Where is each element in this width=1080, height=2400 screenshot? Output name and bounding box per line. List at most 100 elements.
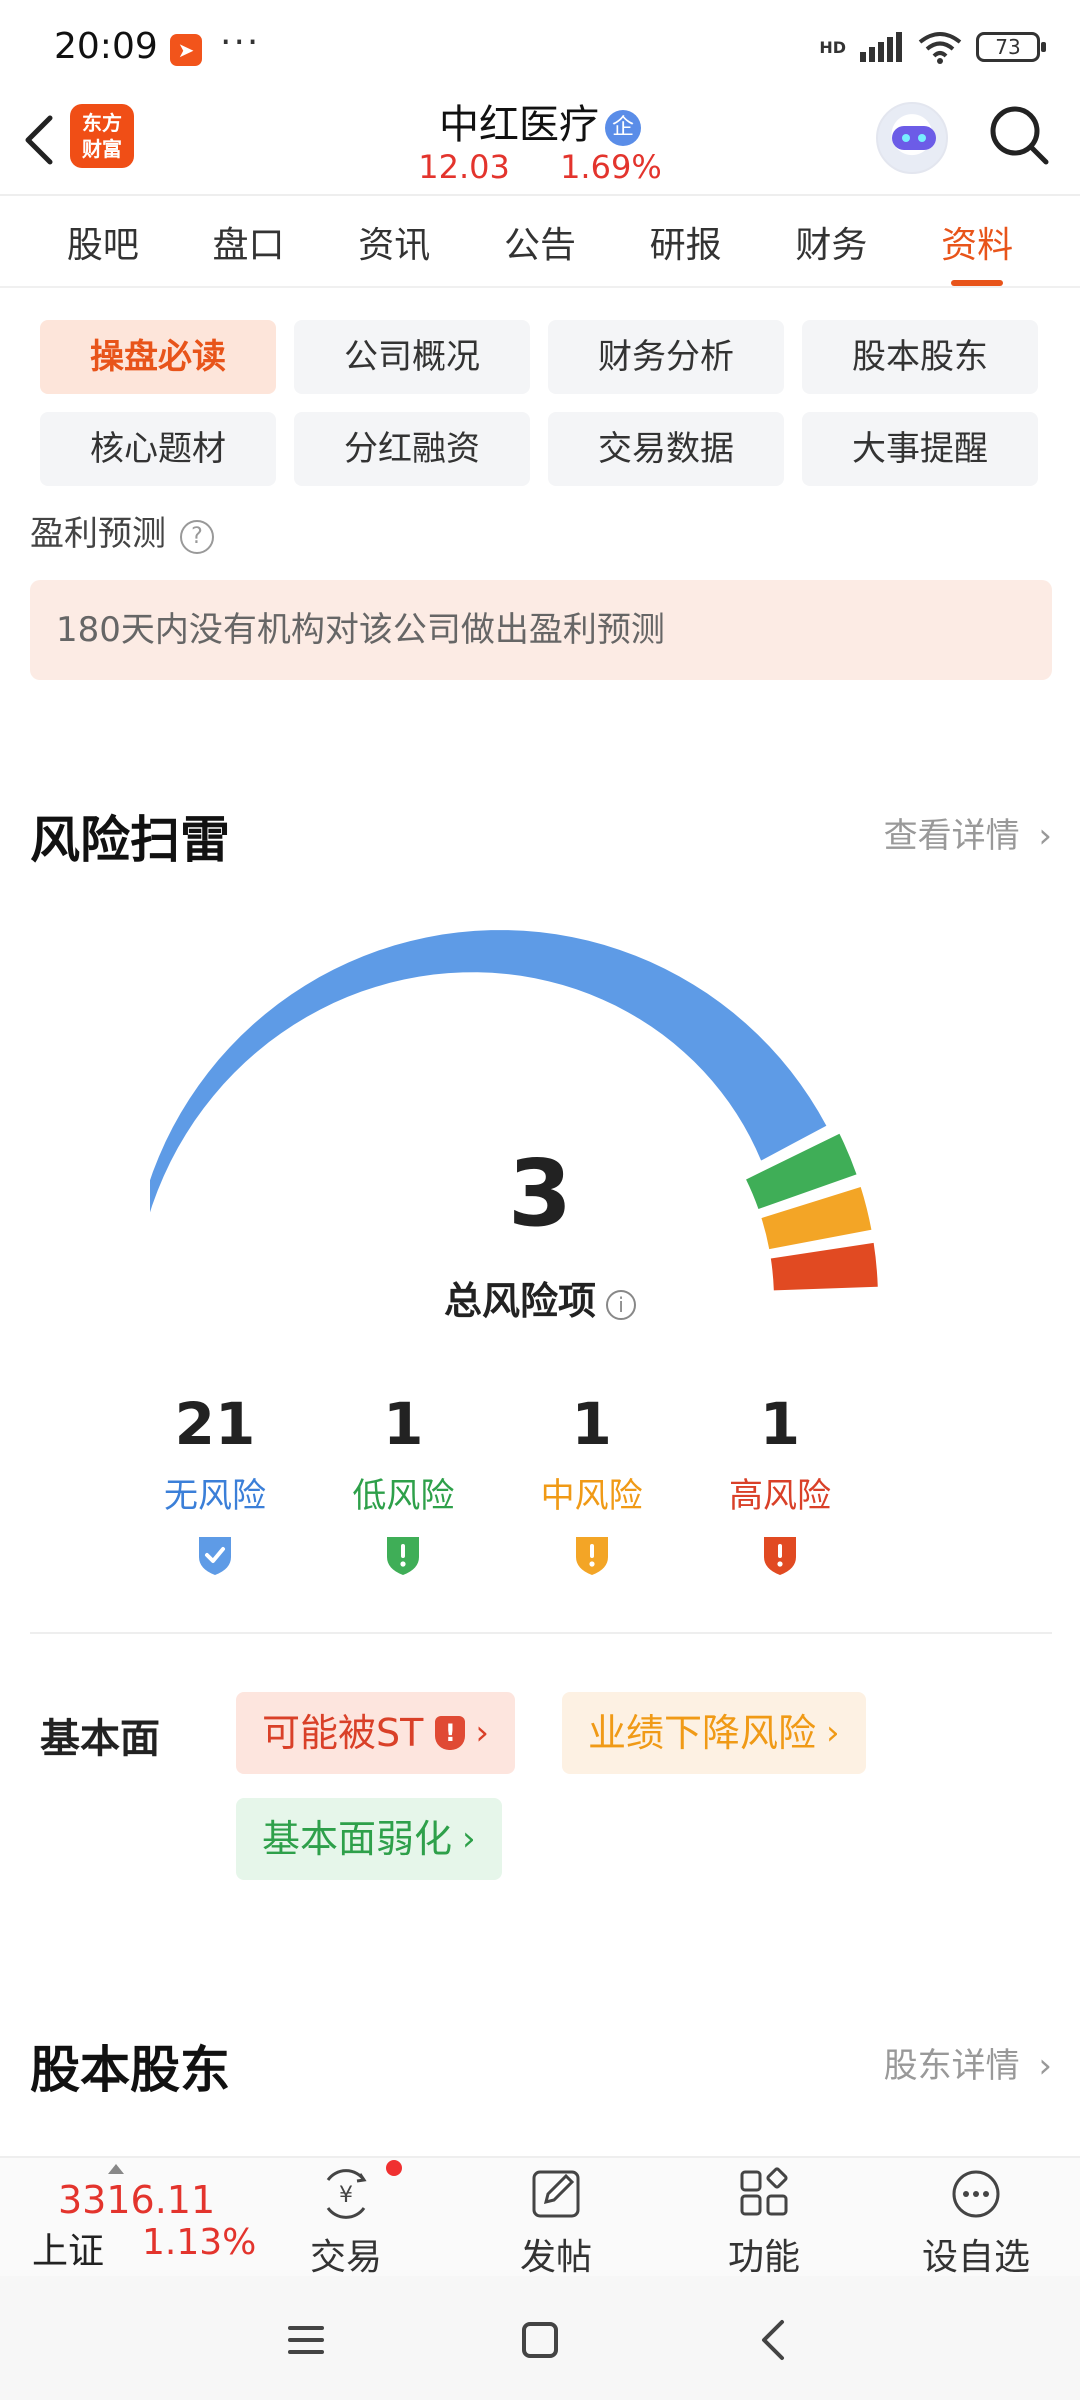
index-up-marker-icon xyxy=(108,2164,124,2174)
signal-icon xyxy=(860,32,902,62)
risk-count: 1 xyxy=(383,1390,424,1458)
trade-button[interactable]: ¥ 交易 xyxy=(276,2166,416,2280)
ai-assistant-avatar[interactable] xyxy=(876,102,948,174)
stock-change: 1.69% xyxy=(560,148,662,186)
exclamation-shield-icon xyxy=(575,1537,608,1575)
risk-count: 1 xyxy=(571,1390,612,1458)
tab-research[interactable]: 研报 xyxy=(650,210,722,286)
trade-icon: ¥ xyxy=(326,2169,367,2219)
risk-label: 无风险 xyxy=(164,1476,266,1516)
grid-icon xyxy=(740,2167,788,2216)
chevron-right-icon: › xyxy=(475,1713,489,1753)
notification-dot xyxy=(386,2160,402,2176)
risk-details-label: 查看详情 xyxy=(883,816,1020,856)
risk-gauge xyxy=(150,930,878,1291)
chip-trading-data[interactable]: 交易数据 xyxy=(548,412,784,486)
total-risk-count: 3 xyxy=(507,1140,572,1247)
risk-count: 1 xyxy=(759,1390,801,1458)
verified-badge-icon: 企 xyxy=(605,110,641,146)
risk-level-none[interactable]: 21 无风险 xyxy=(125,1390,305,1581)
chip-events[interactable]: 大事提醒 xyxy=(802,412,1038,486)
fundamentals-label: 基本面 xyxy=(40,1716,160,1762)
risk-level-low[interactable]: 1 低风险 xyxy=(313,1390,493,1581)
risk-level-high[interactable]: 1 高风险 xyxy=(690,1390,870,1581)
risk-levels: 21 无风险 1 低风险 1 中风险 1 高风险 xyxy=(164,1390,870,1581)
index-name[interactable]: 上证 xyxy=(32,2222,104,2274)
functions-label: 功能 xyxy=(727,2237,800,2278)
risk-label: 中风险 xyxy=(540,1476,643,1516)
menu-icon[interactable] xyxy=(276,2310,336,2370)
section-divider xyxy=(30,1632,1052,1634)
risk-label: 高风险 xyxy=(728,1476,831,1516)
risk-scan-title: 风险扫雷 xyxy=(30,811,230,869)
risk-level-medium[interactable]: 1 中风险 xyxy=(502,1390,682,1581)
risk-details-link[interactable]: 查看详情 › xyxy=(884,808,1052,857)
network-label: HD xyxy=(819,37,846,57)
exclamation-shield-icon xyxy=(763,1537,796,1575)
add-watchlist-label: 设自选 xyxy=(921,2237,1030,2278)
info-icon[interactable]: i xyxy=(606,1290,636,1320)
battery-icon: 73 xyxy=(976,32,1046,62)
post-button[interactable]: 发帖 xyxy=(486,2166,626,2280)
tab-news[interactable]: 资讯 xyxy=(358,210,430,286)
total-risk-label: 总风险项 xyxy=(443,1279,596,1323)
risk-label: 低风险 xyxy=(352,1476,455,1516)
risk-tag-st[interactable]: 可能被ST ! › xyxy=(236,1692,515,1774)
risk-tag-performance-decline[interactable]: 业绩下降风险 › xyxy=(562,1692,866,1774)
tab-pankou[interactable]: 盘口 xyxy=(213,210,285,286)
tabs-divider xyxy=(0,286,1080,288)
back-icon[interactable] xyxy=(744,2310,804,2370)
more-circle-icon xyxy=(952,2170,1000,2218)
chevron-right-icon: › xyxy=(1038,2046,1052,2086)
warning-shield-icon: ! xyxy=(435,1716,466,1750)
check-shield-icon xyxy=(199,1537,231,1575)
chevron-right-icon: › xyxy=(1038,816,1052,856)
stock-tabs: 股吧 盘口 资讯 公告 研报 财务 资料 xyxy=(0,210,1080,286)
exclamation-shield-icon xyxy=(387,1537,420,1575)
help-icon[interactable]: ? xyxy=(180,520,214,554)
search-icon[interactable] xyxy=(984,100,1054,170)
risk-tag-label: 业绩下降风险 xyxy=(588,1711,817,1755)
chip-dividends-financing[interactable]: 分红融资 xyxy=(294,412,530,486)
status-time: 20:09 xyxy=(54,26,158,67)
stock-price: 12.03 xyxy=(418,148,510,186)
tab-profile[interactable]: 资料 xyxy=(941,210,1013,286)
notification-app-icon: ➤ xyxy=(170,34,202,66)
profit-forecast-notice: 180天内没有机构对该公司做出盈利预测 xyxy=(30,580,1052,680)
risk-tag-weakened-fundamentals[interactable]: 基本面弱化 › xyxy=(236,1798,502,1880)
stock-name: 中红医疗 xyxy=(439,102,599,148)
risk-count: 21 xyxy=(174,1390,256,1458)
tab-announcements[interactable]: 公告 xyxy=(504,210,576,286)
tab-guba[interactable]: 股吧 xyxy=(67,210,139,286)
total-risk-caption: 总风险项 i xyxy=(0,1270,1080,1325)
chip-core-themes[interactable]: 核心题材 xyxy=(40,412,276,486)
risk-tag-label: 基本面弱化 xyxy=(262,1817,453,1861)
functions-button[interactable]: 功能 xyxy=(694,2166,834,2280)
profile-subnav: 操盘必读 公司概况 财务分析 股本股东 核心题材 分红融资 交易数据 大事提醒 xyxy=(40,320,1044,486)
header-divider xyxy=(0,194,1080,196)
profit-forecast-label: 盈利预测? xyxy=(30,506,214,555)
index-value[interactable]: 3316.11 xyxy=(58,2178,215,2222)
tab-finance[interactable]: 财务 xyxy=(795,210,867,286)
chip-must-read[interactable]: 操盘必读 xyxy=(40,320,276,394)
wifi-icon xyxy=(918,32,962,64)
chevron-right-icon: › xyxy=(826,1713,840,1753)
edit-icon xyxy=(532,2170,580,2218)
shareholder-details-label: 股东详情 xyxy=(883,2046,1020,2086)
svg-text:¥: ¥ xyxy=(339,2183,353,2208)
chip-financial-analysis[interactable]: 财务分析 xyxy=(548,320,784,394)
trade-label: 交易 xyxy=(309,2237,382,2278)
shareholder-details-link[interactable]: 股东详情 › xyxy=(884,2038,1052,2087)
equity-title: 股本股东 xyxy=(30,2041,230,2099)
home-icon[interactable] xyxy=(510,2310,570,2370)
add-watchlist-button[interactable]: 设自选 xyxy=(906,2166,1046,2280)
chevron-right-icon: › xyxy=(462,1819,476,1859)
status-indicators: HD 73 xyxy=(819,30,1046,64)
index-change[interactable]: 1.13% xyxy=(142,2222,256,2263)
chip-shareholders[interactable]: 股本股东 xyxy=(802,320,1038,394)
risk-tag-label: 可能被ST xyxy=(262,1711,424,1755)
post-label: 发帖 xyxy=(519,2237,592,2278)
more-notifications-icon: ··· xyxy=(220,22,261,63)
chip-company-overview[interactable]: 公司概况 xyxy=(294,320,530,394)
profit-forecast-title: 盈利预测 xyxy=(30,514,166,554)
